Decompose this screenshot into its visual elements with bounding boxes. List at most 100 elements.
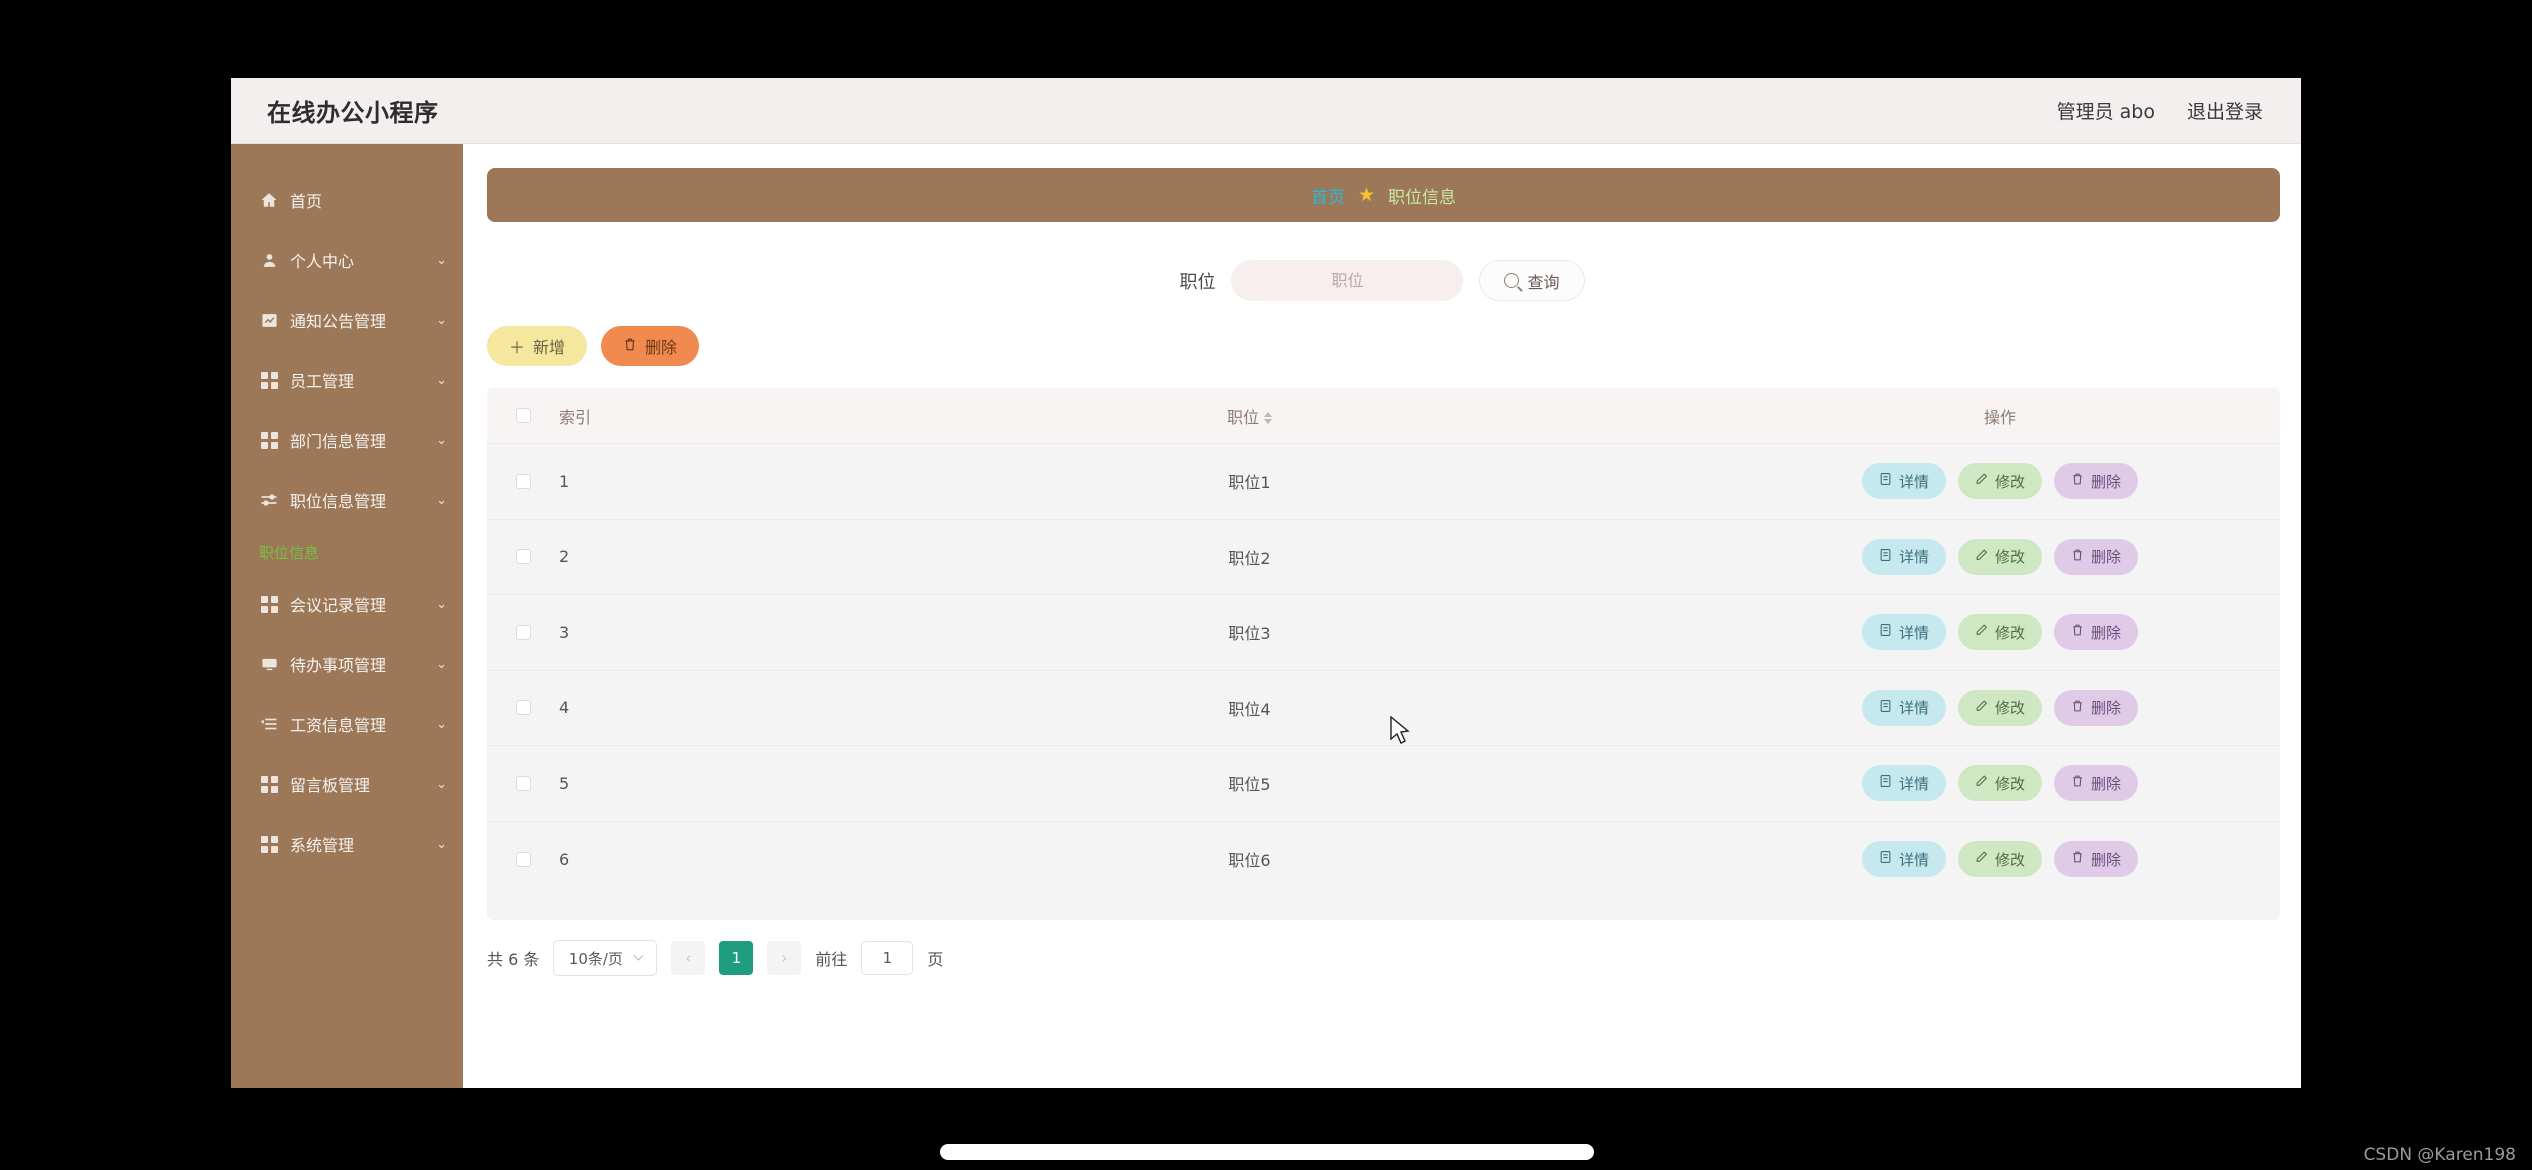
row-select-cell: [487, 775, 559, 791]
column-header-name-label: 职位: [1226, 407, 1259, 427]
sidebar-item-message-board-management[interactable]: 留言板管理 ⌄: [231, 754, 463, 814]
sidebar-subitem-position-info[interactable]: 职位信息: [231, 530, 463, 574]
detail-button[interactable]: 详情: [1861, 689, 1946, 726]
detail-button[interactable]: 详情: [1861, 538, 1946, 575]
detail-button-label: 详情: [1898, 548, 1929, 567]
edit-button[interactable]: 修改: [1957, 614, 2042, 651]
edit-button[interactable]: 修改: [1957, 538, 2042, 575]
trash-icon: [2071, 850, 2084, 868]
edit-button-label: 修改: [1994, 699, 2025, 718]
current-user-label[interactable]: 管理员 abo: [2057, 97, 2155, 124]
row-delete-button[interactable]: 删除: [2054, 841, 2139, 878]
row-delete-button[interactable]: 删除: [2054, 765, 2139, 802]
sidebar-item-department-management[interactable]: 部门信息管理 ⌄: [231, 410, 463, 470]
detail-button-label: 详情: [1898, 850, 1929, 869]
sidebar-item-system-management[interactable]: 系统管理 ⌄: [231, 814, 463, 874]
row-checkbox[interactable]: [515, 549, 531, 565]
horizontal-scrollbar-track[interactable]: [0, 1130, 2532, 1170]
row-delete-button[interactable]: 删除: [2054, 463, 2139, 500]
document-icon: [1879, 623, 1892, 641]
edit-button[interactable]: 修改: [1957, 689, 2042, 726]
row-delete-button[interactable]: 删除: [2054, 689, 2139, 726]
pencil-icon: [1975, 774, 1988, 792]
chevron-down-icon: ⌄: [436, 596, 447, 612]
edit-button[interactable]: 修改: [1957, 463, 2042, 500]
chevron-down-icon: ⌄: [436, 492, 447, 508]
horizontal-scrollbar-thumb[interactable]: [940, 1144, 1594, 1160]
page-size-value: 10条/页: [568, 949, 623, 968]
pencil-icon: [1975, 623, 1988, 641]
row-delete-button-label: 删除: [2091, 850, 2122, 869]
column-header-name[interactable]: 职位: [779, 404, 1720, 428]
row-delete-button[interactable]: 删除: [2054, 538, 2139, 575]
detail-button-label: 详情: [1898, 699, 1929, 718]
sidebar-item-label: 系统管理: [290, 836, 355, 855]
row-checkbox[interactable]: [515, 624, 531, 640]
row-checkbox[interactable]: [515, 700, 531, 716]
sidebar-item-todo-management[interactable]: 待办事项管理 ⌄: [231, 634, 463, 694]
pagination-total: 共 6 条: [487, 950, 540, 969]
sidebar-item-notice-management[interactable]: 通知公告管理 ⌄: [231, 290, 463, 350]
row-delete-button[interactable]: 删除: [2054, 614, 2139, 651]
row-checkbox[interactable]: [515, 851, 531, 867]
row-actions: 详情 修改 删除: [1720, 614, 2280, 651]
row-delete-button-label: 删除: [2091, 472, 2122, 491]
prev-page-button[interactable]: ‹: [671, 941, 706, 975]
detail-button[interactable]: 详情: [1861, 463, 1946, 500]
search-input[interactable]: [1231, 260, 1464, 301]
edit-button[interactable]: 修改: [1957, 765, 2042, 802]
sidebar-item-personal-center[interactable]: 个人中心 ⌄: [231, 230, 463, 290]
jump-page-input[interactable]: [861, 941, 914, 975]
chevron-down-icon: ⌄: [436, 836, 447, 852]
grid-icon: [259, 370, 279, 390]
trash-icon: [2071, 548, 2084, 566]
detail-button[interactable]: 详情: [1861, 841, 1946, 878]
breadcrumb-home-link[interactable]: 首页: [1311, 183, 1345, 208]
jump-suffix-label: 页: [927, 950, 944, 969]
table-row: 1 职位1 详情 修改 删除: [487, 444, 2280, 520]
page-title: 在线办公小程序: [267, 99, 439, 127]
next-page-button[interactable]: ›: [767, 941, 802, 975]
cell-index: 4: [559, 698, 570, 718]
edit-button-label: 修改: [1994, 472, 2025, 491]
sidebar-item-home[interactable]: 首页: [231, 170, 463, 230]
column-header-ops: 操作: [1983, 407, 2016, 427]
grid-icon: [259, 594, 279, 614]
sidebar-item-meeting-record-management[interactable]: 会议记录管理 ⌄: [231, 574, 463, 634]
trash-icon: [2071, 774, 2084, 792]
jump-prefix-label: 前往: [815, 950, 848, 969]
detail-button-label: 详情: [1898, 774, 1929, 793]
detail-button[interactable]: 详情: [1861, 614, 1946, 651]
cell-index: 1: [559, 471, 570, 491]
document-icon: [1879, 850, 1892, 868]
row-checkbox[interactable]: [515, 473, 531, 489]
cell-name: 职位4: [1228, 699, 1271, 719]
select-all-checkbox[interactable]: [515, 408, 531, 423]
edit-button[interactable]: 修改: [1957, 841, 2042, 878]
batch-delete-button[interactable]: 删除: [601, 326, 700, 366]
pagination: 共 6 条 10条/页 ‹ 1 › 前往 页: [487, 940, 943, 976]
search-bar: 职位 查询: [463, 260, 2301, 301]
logout-button[interactable]: 退出登录: [2187, 97, 2263, 124]
table-body: 1 职位1 详情 修改 删除 2 职位2 详情 修改 删除 3 职位3 详情 修改 删除 4 职位4 详情 修改 删除…: [487, 444, 2280, 897]
cell-name: 职位3: [1228, 624, 1271, 644]
csdn-watermark: CSDN @Karen198: [2363, 1145, 2516, 1165]
page-number-1[interactable]: 1: [719, 941, 754, 975]
add-button[interactable]: ＋ 新增: [487, 326, 588, 366]
sidebar-item-employee-management[interactable]: 员工管理 ⌄: [231, 350, 463, 410]
toolbar: ＋ 新增 删除: [487, 326, 700, 366]
search-submit-button[interactable]: 查询: [1479, 260, 1585, 301]
pencil-icon: [1975, 472, 1988, 490]
sidebar-item-salary-management[interactable]: 工资信息管理 ⌄: [231, 694, 463, 754]
chevron-down-icon: ⌄: [436, 716, 447, 732]
chart-icon: [259, 310, 279, 330]
page-size-select[interactable]: 10条/页: [553, 940, 658, 976]
sort-arrows-icon[interactable]: [1264, 412, 1272, 424]
document-icon: [1879, 699, 1892, 717]
row-checkbox[interactable]: [515, 775, 531, 791]
sidebar-item-position-management[interactable]: 职位信息管理 ⌄: [231, 470, 463, 530]
sidebar-item-label: 留言板管理: [290, 776, 371, 795]
detail-button[interactable]: 详情: [1861, 765, 1946, 802]
sidebar-item-label: 部门信息管理: [290, 432, 387, 451]
grid-icon: [259, 834, 279, 854]
